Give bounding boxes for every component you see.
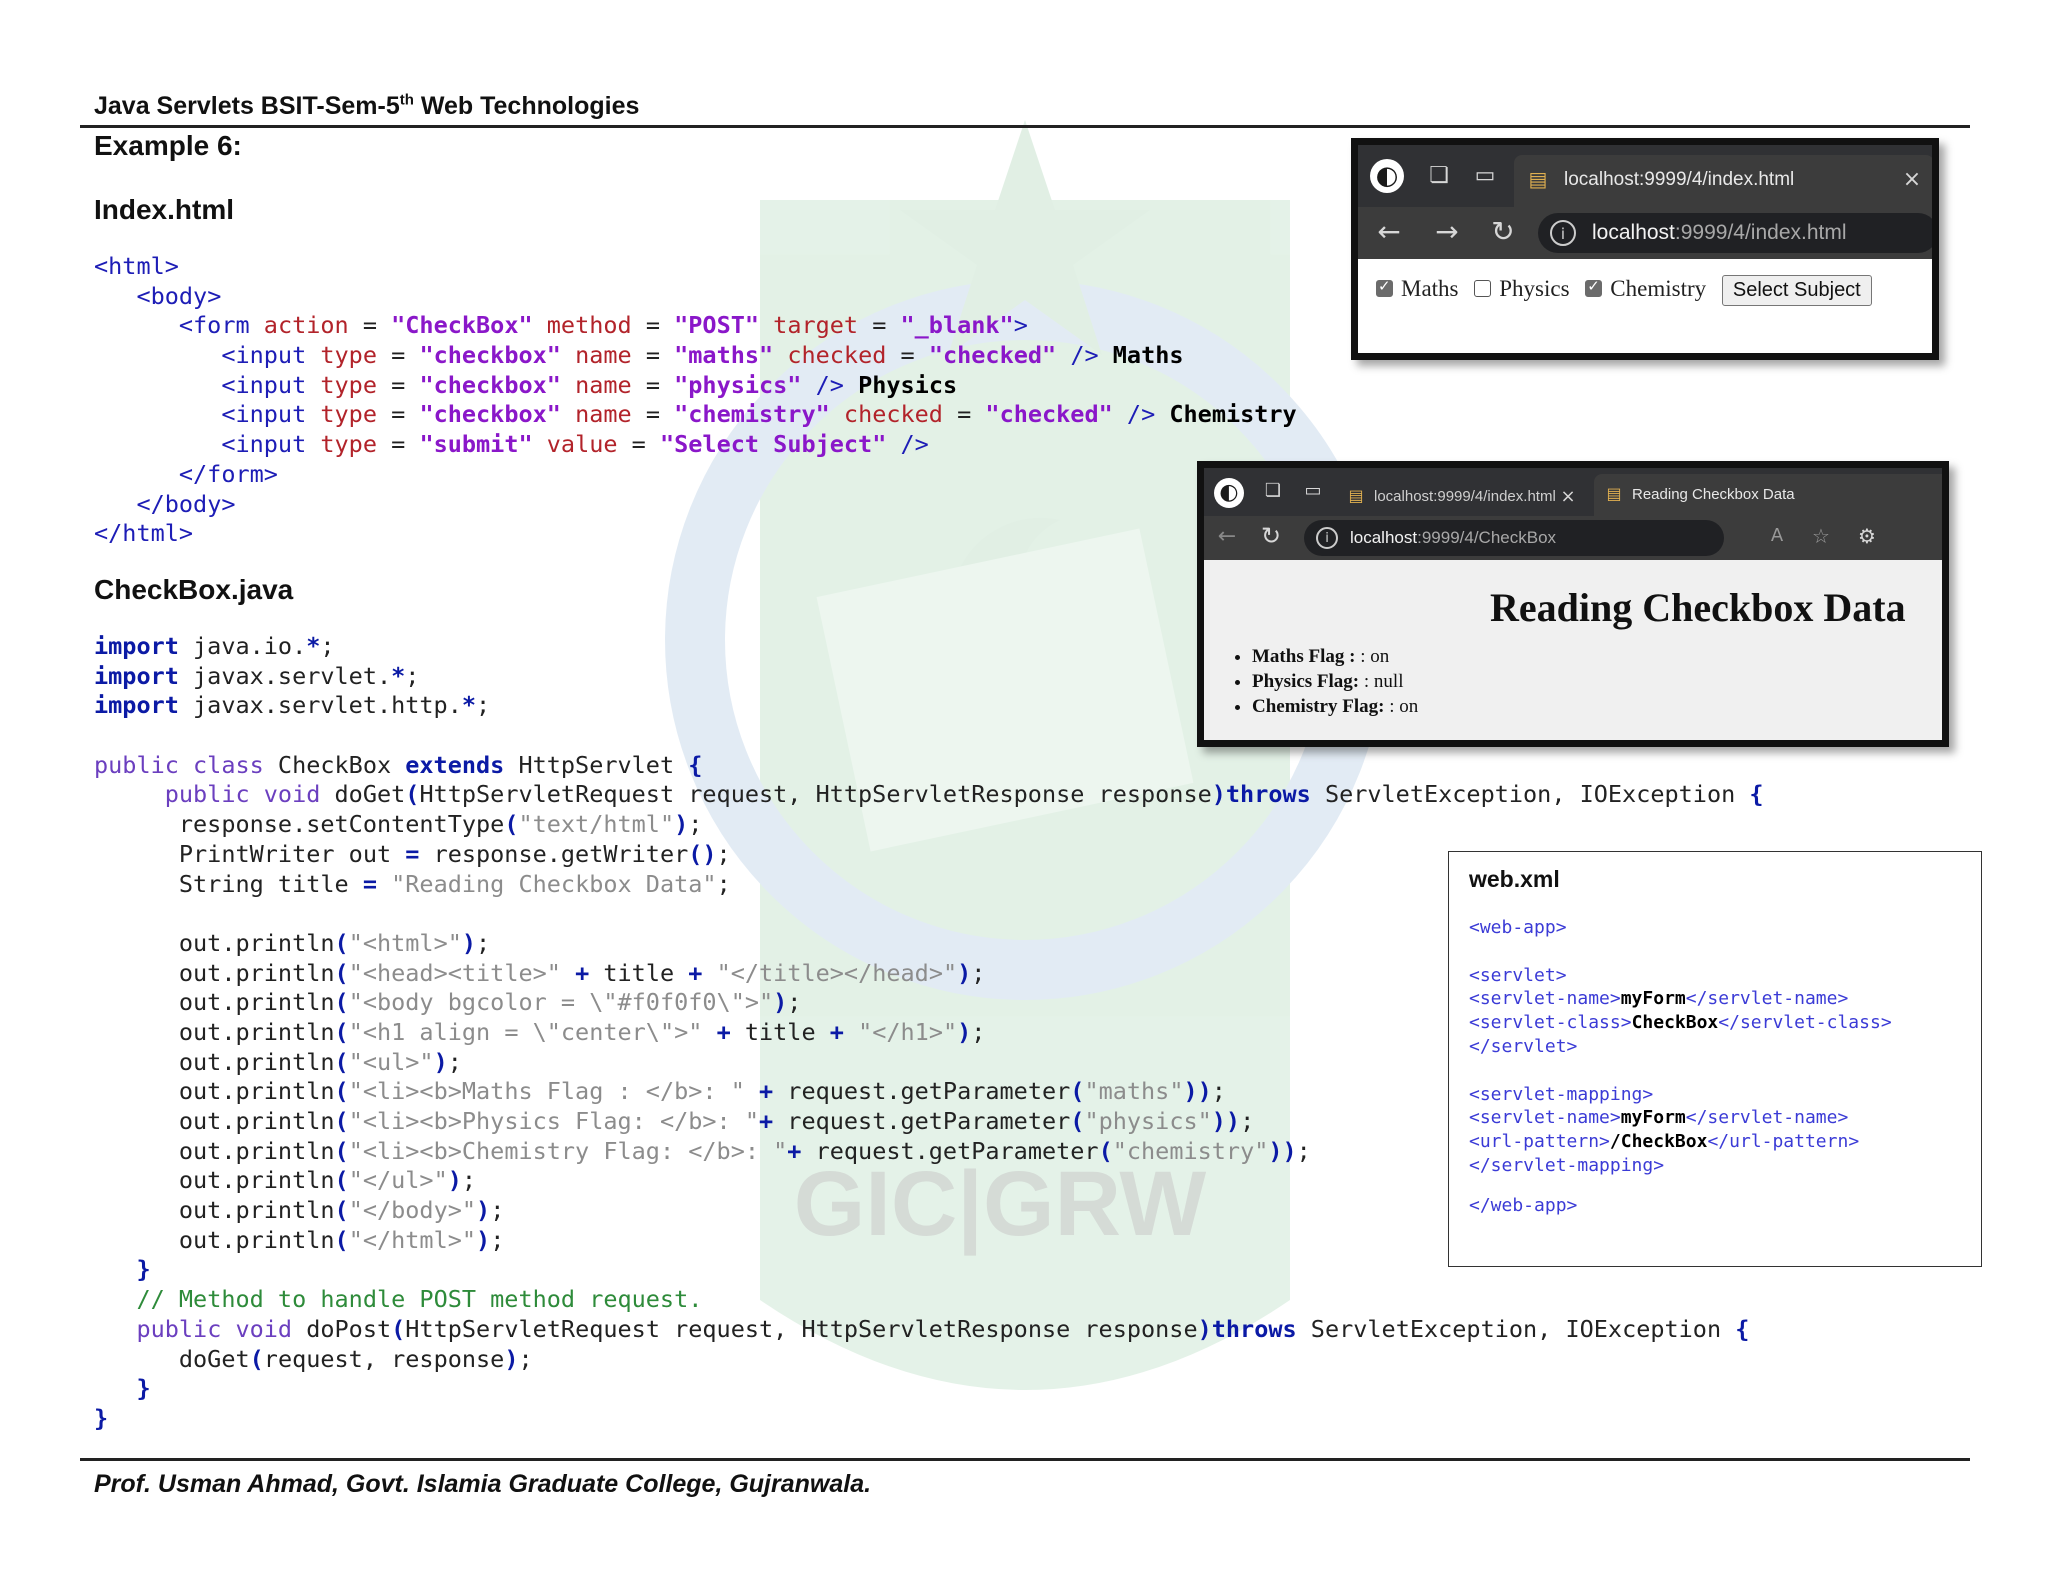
subject-form: Maths Physics Chemistry Select Subject [1376, 275, 1872, 306]
footer-rule [80, 1458, 1970, 1461]
tab-index[interactable]: ▤ localhost:9999/4/index.html × [1514, 155, 1932, 207]
chemistry-checkbox[interactable] [1585, 277, 1603, 297]
physics-label: Physics [1499, 276, 1570, 301]
browser-profile-icon[interactable]: ◐ [1370, 159, 1404, 193]
list-item: Physics Flag: : null [1252, 669, 1418, 694]
close-tab-icon[interactable]: × [1900, 167, 1924, 192]
extensions-icon[interactable]: ⚙ [1854, 524, 1880, 548]
reload-icon[interactable]: ↻ [1488, 215, 1518, 248]
list-item: Chemistry Flag: : on [1252, 694, 1418, 719]
example-title: Example 6: [94, 130, 242, 161]
tab-result[interactable]: ▤ Reading Checkbox Data [1594, 474, 1942, 516]
url-field[interactable]: i localhost:9999/4/index.html [1538, 213, 1932, 253]
favorite-star-icon[interactable]: ☆ [1808, 524, 1834, 548]
site-info-icon[interactable]: i [1316, 527, 1338, 549]
result-heading: Reading Checkbox Data [1490, 585, 1906, 630]
workspaces-icon[interactable]: ❏ [1424, 163, 1454, 188]
checkbox-java-heading: CheckBox.java [94, 574, 294, 605]
browser-screenshot-result: ◐ ❏ ▭ ▤ localhost:9999/4/index.html × ▤ … [1197, 461, 1949, 747]
tab-bar-2: ◐ ❏ ▭ ▤ localhost:9999/4/index.html × ▤ … [1204, 468, 1942, 516]
page-favicon-icon: ▤ [1348, 486, 1364, 505]
course-header: Java Servlets BSIT-Sem-5th Web Technolog… [94, 91, 640, 120]
webxml-box: web.xml <web-app> <servlet> <servlet-name… [1448, 851, 1982, 1267]
tab1-title: localhost:9999/4/index.html [1374, 488, 1556, 505]
index-html-code: <html> <body> <form action = "CheckBox" … [94, 252, 1297, 548]
tab-actions-icon[interactable]: ▭ [1470, 163, 1500, 188]
address-bar: ← → ↻ i localhost:9999/4/index.html [1358, 207, 1932, 259]
page-favicon-icon: ▤ [1528, 167, 1548, 191]
header-rule [80, 125, 1970, 128]
tab-bar: ◐ ❏ ▭ ▤ localhost:9999/4/index.html × [1358, 145, 1932, 207]
workspaces-icon[interactable]: ❏ [1260, 480, 1286, 501]
maths-checkbox[interactable] [1376, 277, 1393, 297]
list-item: Maths Flag : : on [1252, 644, 1418, 669]
index-heading: Index.html [94, 194, 235, 225]
tab-title: localhost:9999/4/index.html [1564, 169, 1795, 190]
back-icon[interactable]: ← [1214, 524, 1240, 549]
reload-icon[interactable]: ↻ [1258, 522, 1284, 550]
maths-label: Maths [1401, 276, 1459, 301]
url-field-2[interactable]: i localhost:9999/4/CheckBox [1304, 520, 1724, 556]
back-icon[interactable]: ← [1374, 215, 1404, 248]
forward-icon[interactable]: → [1432, 215, 1462, 248]
webxml-code: <web-app> <servlet> <servlet-name>myForm<… [1469, 917, 1892, 1216]
select-subject-button[interactable]: Select Subject [1721, 275, 1872, 306]
browser-screenshot-form: ◐ ❏ ▭ ▤ localhost:9999/4/index.html × ← … [1351, 138, 1939, 360]
result-list: Maths Flag : : on Physics Flag: : null C… [1230, 644, 1418, 719]
read-aloud-icon[interactable]: A [1764, 525, 1790, 546]
address-bar-2: ← ↻ i localhost:9999/4/CheckBox A ☆ ⚙ [1204, 516, 1942, 560]
tab-index[interactable]: ▤ localhost:9999/4/index.html × [1336, 478, 1586, 516]
tab-actions-icon[interactable]: ▭ [1300, 480, 1326, 501]
close-tab-icon[interactable]: × [1558, 486, 1578, 507]
browser-profile-icon[interactable]: ◐ [1214, 478, 1244, 508]
page-favicon-icon: ▤ [1606, 484, 1622, 503]
footer-credit: Prof. Usman Ahmad, Govt. Islamia Graduat… [94, 1470, 872, 1498]
site-info-icon[interactable]: i [1550, 220, 1576, 246]
chemistry-label: Chemistry [1610, 276, 1707, 301]
physics-checkbox[interactable] [1474, 280, 1492, 297]
webxml-title: web.xml [1469, 866, 1560, 892]
tab2-title: Reading Checkbox Data [1632, 486, 1795, 503]
